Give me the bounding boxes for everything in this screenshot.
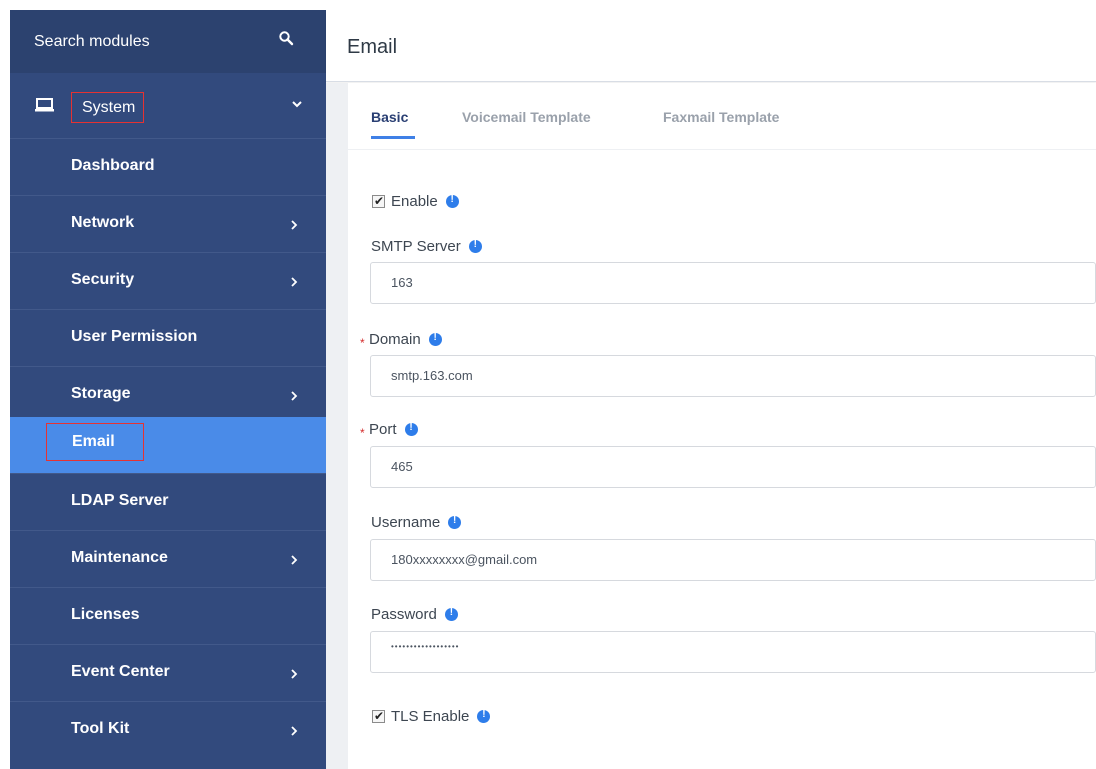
sidebar-item-label: Event Center — [71, 663, 170, 680]
tab-basic[interactable]: Basic — [371, 109, 408, 125]
chevron-right-icon — [291, 220, 298, 230]
sidebar-item-label: LDAP Server — [71, 492, 169, 509]
port-input[interactable]: 465 — [370, 446, 1096, 488]
info-icon-glyph: ! — [473, 239, 477, 250]
sidebar-item-ldap-server[interactable]: LDAP Server — [10, 474, 326, 531]
page-header: Email — [326, 10, 1096, 82]
enable-option: ✔ Enable ! — [372, 193, 459, 210]
sidebar-item-user-permission[interactable]: User Permission — [10, 310, 326, 367]
smtp-server-label: SMTP Server — [371, 238, 461, 255]
username-label: Username — [371, 514, 441, 531]
smtp-server-input[interactable]: 163 — [370, 262, 1096, 304]
monitor-icon — [35, 98, 54, 112]
sidebar-item-label: Network — [71, 214, 135, 231]
sidebar-item-system-label: System — [71, 92, 144, 123]
checkbox-icon: ✔ — [374, 194, 385, 208]
tls-enable-checkbox[interactable]: ✔ — [372, 709, 385, 723]
required-marker: * — [360, 426, 365, 440]
sidebar-item-label: Maintenance — [71, 549, 168, 566]
sidebar-item-label: Dashboard — [71, 157, 155, 174]
info-icon[interactable]: ! — [428, 332, 442, 346]
password-label-row: Password ! — [371, 606, 458, 623]
info-icon-glyph: ! — [482, 709, 486, 720]
tls-enable-option: ✔ TLS Enable ! — [372, 708, 491, 725]
sidebar: Search modules System Dashboard Network — [10, 10, 326, 769]
search-icon[interactable] — [278, 30, 294, 46]
main-content: Email Basic Voicemail Template Faxmail T… — [326, 10, 1096, 769]
chevron-right-icon — [291, 726, 298, 736]
chevron-right-icon — [291, 277, 298, 287]
info-icon-glyph: ! — [449, 607, 454, 618]
content-gutter — [326, 83, 348, 769]
username-value: 180xxxxxxxx@gmail.com — [391, 552, 538, 567]
port-label: Port — [369, 421, 397, 438]
search-modules-label: Search modules — [34, 32, 150, 50]
tab-voicemail-template[interactable]: Voicemail Template — [462, 109, 591, 125]
info-icon[interactable]: ! — [404, 422, 418, 436]
required-marker: * — [360, 336, 365, 350]
sidebar-item-label: User Permission — [71, 328, 198, 345]
sidebar-item-network[interactable]: Network — [10, 196, 326, 253]
tab-faxmail-template[interactable]: Faxmail Template — [663, 109, 779, 125]
sidebar-item-tool-kit[interactable]: Tool Kit — [10, 702, 326, 759]
tab-bar: Basic Voicemail Template Faxmail Templat… — [348, 83, 1096, 150]
info-icon[interactable]: ! — [477, 709, 491, 723]
sidebar-item-dashboard[interactable]: Dashboard — [10, 139, 326, 196]
sidebar-item-storage[interactable]: Storage — [10, 367, 326, 424]
password-value: •••••••••••••••••• — [391, 642, 460, 651]
sidebar-item-label: Email — [72, 433, 115, 450]
page-title: Email — [347, 36, 398, 58]
enable-checkbox[interactable]: ✔ — [372, 194, 385, 208]
domain-label-row: Domain ! — [369, 331, 442, 348]
password-label: Password — [371, 606, 437, 623]
active-tab-indicator — [371, 136, 415, 139]
tls-enable-label: TLS Enable — [391, 708, 470, 725]
sidebar-item-event-center[interactable]: Event Center — [10, 645, 326, 702]
chevron-right-icon — [291, 669, 298, 679]
search-modules[interactable]: Search modules — [10, 10, 326, 73]
info-icon-glyph: ! — [409, 422, 413, 433]
domain-input[interactable]: smtp.163.com — [370, 355, 1096, 397]
checkbox-icon: ✔ — [374, 709, 385, 723]
sidebar-item-email[interactable]: Email — [10, 417, 326, 474]
info-icon[interactable]: ! — [445, 194, 459, 208]
sidebar-item-security[interactable]: Security — [10, 253, 326, 310]
sidebar-item-label: Tool Kit — [71, 720, 130, 737]
password-input[interactable]: •••••••••••••••••• — [370, 631, 1096, 673]
smtp-server-label-row: SMTP Server ! — [371, 238, 482, 255]
port-value: 465 — [391, 459, 413, 474]
domain-label: Domain — [369, 331, 421, 348]
info-icon-glyph: ! — [433, 332, 437, 343]
info-icon[interactable]: ! — [448, 515, 462, 529]
info-icon-glyph: ! — [450, 194, 454, 205]
chevron-right-icon — [291, 555, 298, 565]
email-form: ✔ Enable ! SMTP Server ! 163 * Domain ! … — [348, 150, 1096, 769]
chevron-down-icon — [292, 101, 302, 108]
info-icon[interactable]: ! — [468, 239, 482, 253]
sidebar-item-licenses[interactable]: Licenses — [10, 588, 326, 645]
port-label-row: Port ! — [369, 421, 418, 438]
username-input[interactable]: 180xxxxxxxx@gmail.com — [370, 539, 1096, 581]
domain-value: smtp.163.com — [391, 368, 473, 383]
enable-label: Enable — [391, 193, 438, 210]
smtp-server-value: 163 — [391, 275, 413, 290]
highlight-box: Email — [46, 423, 144, 461]
sidebar-item-maintenance[interactable]: Maintenance — [10, 531, 326, 588]
sidebar-item-label: Licenses — [71, 606, 140, 623]
chevron-right-icon — [291, 391, 298, 401]
sidebar-item-label: Security — [71, 271, 135, 288]
sidebar-item-label: Storage — [71, 385, 131, 402]
page: Search modules System Dashboard Network — [0, 0, 1096, 769]
username-label-row: Username ! — [371, 514, 462, 531]
info-icon[interactable]: ! — [444, 607, 458, 621]
info-icon-glyph: ! — [453, 515, 457, 526]
sidebar-item-system[interactable]: System — [10, 73, 326, 139]
